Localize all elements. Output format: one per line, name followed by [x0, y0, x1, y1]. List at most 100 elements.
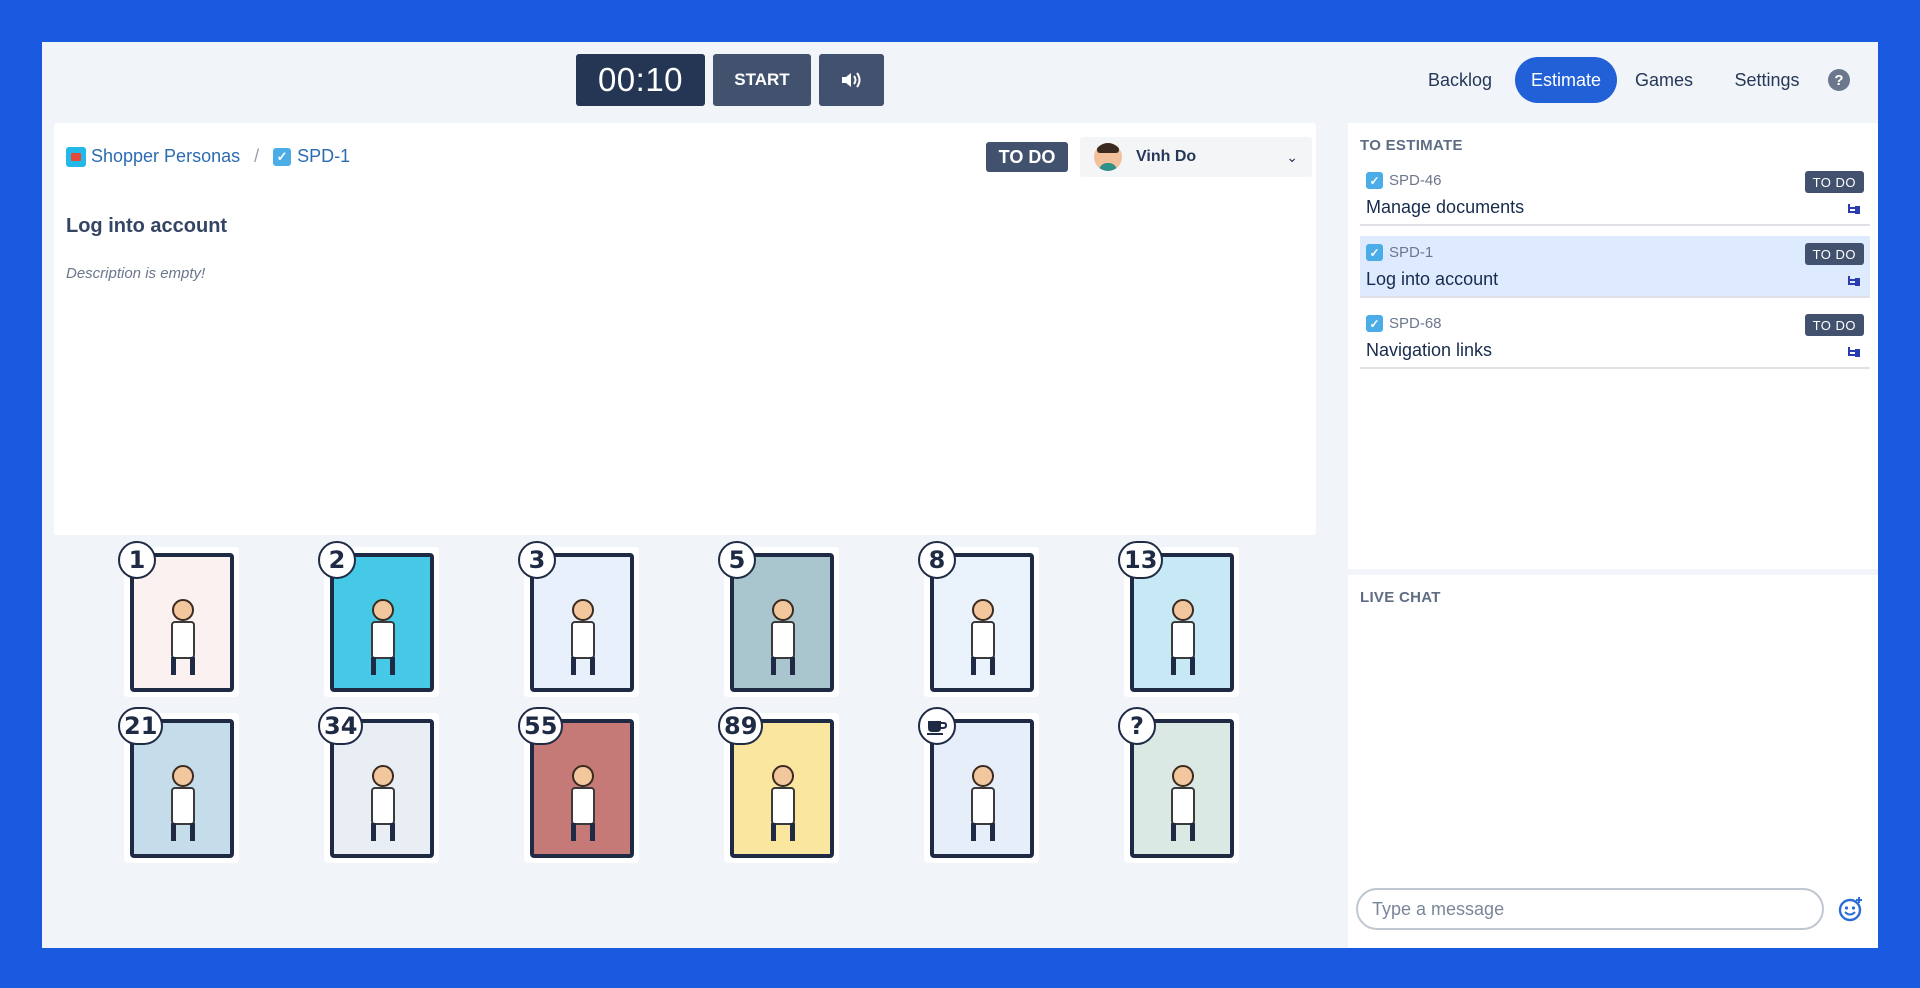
- card-value: 1: [118, 541, 156, 579]
- figure-legs: [971, 657, 995, 675]
- card-value: 3: [518, 541, 556, 579]
- figure-body: [971, 787, 995, 825]
- nav-games[interactable]: Games: [1624, 57, 1704, 103]
- nav-backlog[interactable]: Backlog: [1415, 57, 1505, 103]
- estimate-card[interactable]: [918, 707, 1039, 863]
- assignee-name: Vinh Do: [1136, 148, 1197, 165]
- card-value: 2: [318, 541, 356, 579]
- to-estimate-heading: TO ESTIMATE: [1360, 137, 1463, 154]
- estimate-item-key-wrap: ✓ SPD-68: [1366, 315, 1442, 332]
- estimate-card[interactable]: 34: [318, 707, 439, 863]
- figure-legs: [371, 823, 395, 841]
- estimate-item-key-wrap: ✓ SPD-1: [1366, 244, 1433, 261]
- figure-body: [771, 621, 795, 659]
- figure-legs: [971, 823, 995, 841]
- estimate-card[interactable]: 3: [518, 541, 639, 697]
- card-value: 8: [918, 541, 956, 579]
- task-check-icon: ✓: [1366, 244, 1383, 261]
- estimate-item[interactable]: ✓ SPD-68 TO DO Navigation links: [1360, 307, 1870, 369]
- breadcrumb-issue-link[interactable]: SPD-1: [297, 146, 350, 167]
- card-value: 34: [318, 707, 364, 745]
- estimate-item-key: SPD-46: [1389, 172, 1442, 189]
- estimate-card[interactable]: 8: [918, 541, 1039, 697]
- estimate-card[interactable]: 89: [718, 707, 839, 863]
- figure-head: [772, 765, 794, 787]
- figure-body: [1171, 621, 1195, 659]
- estimate-card[interactable]: 13: [1118, 541, 1239, 697]
- task-check-icon: ✓: [1366, 172, 1383, 189]
- estimate-card[interactable]: 5: [718, 541, 839, 697]
- breadcrumb-separator: /: [254, 146, 260, 166]
- figure-legs: [171, 657, 195, 675]
- card-value: ?: [1118, 707, 1156, 745]
- figure-body: [571, 621, 595, 659]
- figure-head: [1172, 765, 1194, 787]
- figure-head: [772, 599, 794, 621]
- estimate-card[interactable]: 21: [118, 707, 239, 863]
- card-value: 5: [718, 541, 756, 579]
- estimate-card[interactable]: 1: [118, 541, 239, 697]
- assignee-dropdown[interactable]: Vinh Do ⌄: [1080, 137, 1312, 177]
- task-check-icon: ✓: [1366, 315, 1383, 332]
- figure-legs: [771, 823, 795, 841]
- estimate-item[interactable]: ✓ SPD-46 TO DO Manage documents: [1360, 164, 1870, 226]
- card-value: 55: [518, 707, 564, 745]
- chat-message-input[interactable]: [1356, 888, 1824, 930]
- breadcrumb-project-link[interactable]: Shopper Personas: [91, 146, 240, 167]
- estimate-item-key: SPD-68: [1389, 315, 1442, 332]
- figure-legs: [171, 823, 195, 841]
- estimate-card[interactable]: 55: [518, 707, 639, 863]
- issue-status-button[interactable]: TO DO: [986, 142, 1068, 172]
- issue-description: Description is empty!: [66, 265, 206, 282]
- sound-toggle-button[interactable]: [819, 54, 884, 106]
- figure-body: [371, 787, 395, 825]
- app-window: 00:10 START Backlog Estimate Games Setti…: [42, 42, 1878, 948]
- nav-estimate[interactable]: Estimate: [1515, 57, 1617, 103]
- project-icon: [66, 146, 86, 167]
- figure-legs: [571, 823, 595, 841]
- figure-legs: [1171, 823, 1195, 841]
- smiley-icon[interactable]: [1838, 896, 1864, 922]
- card-value: 13: [1118, 541, 1164, 579]
- estimate-item-selected[interactable]: ✓ SPD-1 TO DO Log into account: [1360, 236, 1870, 298]
- live-chat-heading: LIVE CHAT: [1360, 589, 1441, 606]
- timer-display: 00:10: [576, 54, 705, 106]
- estimate-item-title: Navigation links: [1366, 340, 1493, 360]
- help-icon[interactable]: ?: [1828, 69, 1850, 91]
- estimate-item-title: Manage documents: [1366, 197, 1525, 217]
- figure-head: [372, 599, 394, 621]
- avatar: [1094, 143, 1122, 171]
- card-value: 89: [718, 707, 764, 745]
- start-timer-button[interactable]: START: [713, 54, 811, 106]
- subtask-icon: [1848, 347, 1860, 357]
- estimate-item-title: Log into account: [1366, 269, 1499, 289]
- figure-head: [1172, 599, 1194, 621]
- figure-legs: [571, 657, 595, 675]
- figure-body: [171, 621, 195, 659]
- figure-head: [172, 765, 194, 787]
- estimate-card[interactable]: ?: [1118, 707, 1239, 863]
- figure-head: [972, 599, 994, 621]
- speaker-icon: [841, 72, 860, 88]
- figure-head: [972, 765, 994, 787]
- estimate-item-status: TO DO: [1804, 171, 1864, 193]
- figure-body: [371, 621, 395, 659]
- figure-legs: [1171, 657, 1195, 675]
- estimate-item-status: TO DO: [1804, 243, 1864, 265]
- figure-body: [971, 621, 995, 659]
- breadcrumb: Shopper Personas / ✓ SPD-1: [66, 146, 350, 167]
- figure-head: [372, 765, 394, 787]
- figure-body: [171, 787, 195, 825]
- coffee-cup-icon: [927, 721, 948, 735]
- figure-head: [572, 765, 594, 787]
- estimate-card[interactable]: 2: [318, 541, 439, 697]
- issue-title: Log into account: [66, 215, 228, 237]
- nav-settings[interactable]: Settings: [1719, 57, 1815, 103]
- figure-body: [1171, 787, 1195, 825]
- figure-head: [172, 599, 194, 621]
- issue-panel: Shopper Personas / ✓ SPD-1 TO DO Vinh Do…: [54, 123, 1316, 535]
- to-estimate-panel: TO ESTIMATE ✓ SPD-46 TO DO Manage docume…: [1348, 123, 1878, 569]
- figure-legs: [371, 657, 395, 675]
- figure-legs: [771, 657, 795, 675]
- estimate-item-key: SPD-1: [1389, 244, 1434, 261]
